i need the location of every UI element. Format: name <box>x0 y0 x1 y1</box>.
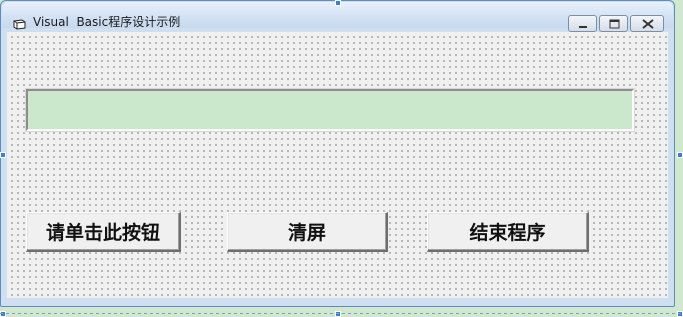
resize-handle-left[interactable] <box>0 152 6 158</box>
click-me-button[interactable]: 请单击此按钮 <box>26 212 181 252</box>
exit-program-button[interactable]: 结束程序 <box>427 212 589 252</box>
form-window[interactable]: Visual Basic程序设计示例 请单击此按钮 清屏 结束程序 <box>0 0 675 307</box>
text-display-box[interactable] <box>25 88 635 132</box>
minimize-button[interactable] <box>568 15 597 32</box>
resize-handle-bottom-left[interactable] <box>0 311 6 317</box>
resize-handle-right[interactable] <box>677 152 683 158</box>
selection-border-bottom <box>0 313 683 314</box>
close-icon <box>642 19 654 29</box>
resize-handle-bottom[interactable] <box>335 311 341 317</box>
form-client-area[interactable]: 请单击此按钮 清屏 结束程序 <box>7 32 668 298</box>
resize-handle-top[interactable] <box>335 0 341 6</box>
maximize-button[interactable] <box>599 15 628 32</box>
maximize-icon <box>609 19 620 29</box>
minimize-icon <box>579 26 587 28</box>
designer-canvas: Visual Basic程序设计示例 请单击此按钮 清屏 结束程序 <box>0 0 683 317</box>
clear-screen-button[interactable]: 清屏 <box>227 212 388 252</box>
close-button[interactable] <box>630 15 664 32</box>
resize-handle-bottom-right[interactable] <box>677 311 683 317</box>
window-controls <box>568 15 664 32</box>
window-title: Visual Basic程序设计示例 <box>33 15 181 29</box>
vb-form-icon <box>13 15 26 30</box>
